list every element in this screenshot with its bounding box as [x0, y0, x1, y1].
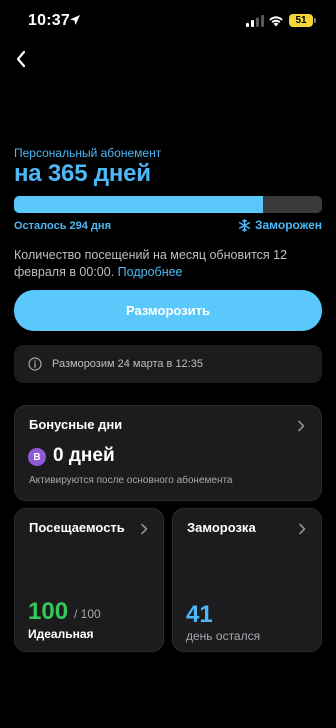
- visits-info: Количество посещений на месяц обновится …: [14, 247, 314, 281]
- attendance-label: Идеальная: [28, 627, 94, 641]
- battery-indicator: 51: [289, 14, 313, 27]
- unfreeze-notice-text: Разморозим 24 марта в 12:35: [52, 358, 203, 370]
- remaining-days: Осталось 294 дня: [14, 220, 111, 232]
- snowflake-icon: [238, 218, 251, 232]
- more-info-link[interactable]: Подробнее: [118, 265, 183, 279]
- wifi-icon: [269, 16, 283, 27]
- bonus-days-note: Активируются после основного абонемента: [29, 475, 233, 486]
- unfreeze-button[interactable]: Разморозить: [14, 290, 322, 331]
- membership-subtitle: Персональный абонемент: [14, 146, 162, 160]
- freeze-title: Заморозка: [187, 520, 256, 535]
- bonus-days-title: Бонусные дни: [29, 417, 123, 432]
- chevron-right-icon: [298, 420, 305, 432]
- attendance-total: / 100: [74, 607, 101, 621]
- battery-tip: [314, 18, 316, 23]
- freeze-days-label: день остался: [186, 629, 261, 643]
- bonus-badge: B: [28, 448, 46, 466]
- bonus-days-value: 0 дней: [53, 445, 115, 466]
- freeze-card[interactable]: Заморозка 41 день остался: [172, 508, 322, 652]
- info-icon: [28, 357, 42, 371]
- cellular-signal-icon: [246, 15, 264, 27]
- membership-progress-fill: [14, 196, 264, 213]
- status-time: 10:37: [28, 12, 70, 29]
- location-arrow-icon: [70, 15, 80, 25]
- attendance-title: Посещаемость: [29, 520, 125, 535]
- chevron-right-icon: [299, 523, 306, 535]
- chevron-left-icon: [16, 50, 26, 68]
- frozen-status: Заморожен: [238, 218, 322, 232]
- bonus-days-card[interactable]: Бонусные дни B 0 дней Активируются после…: [14, 405, 322, 501]
- attendance-card[interactable]: Посещаемость 100 / 100 Идеальная: [14, 508, 164, 652]
- membership-progress-bar: [14, 196, 322, 213]
- status-bar: 10:37 51: [0, 0, 336, 44]
- attendance-value: 100: [28, 598, 69, 625]
- chevron-right-icon: [141, 523, 148, 535]
- back-button[interactable]: [8, 46, 34, 72]
- frozen-status-label: Заморожен: [254, 218, 322, 232]
- unfreeze-notice: Разморозим 24 марта в 12:35: [14, 345, 322, 383]
- freeze-days-value: 41: [186, 601, 213, 628]
- membership-title: на 365 дней: [14, 160, 151, 187]
